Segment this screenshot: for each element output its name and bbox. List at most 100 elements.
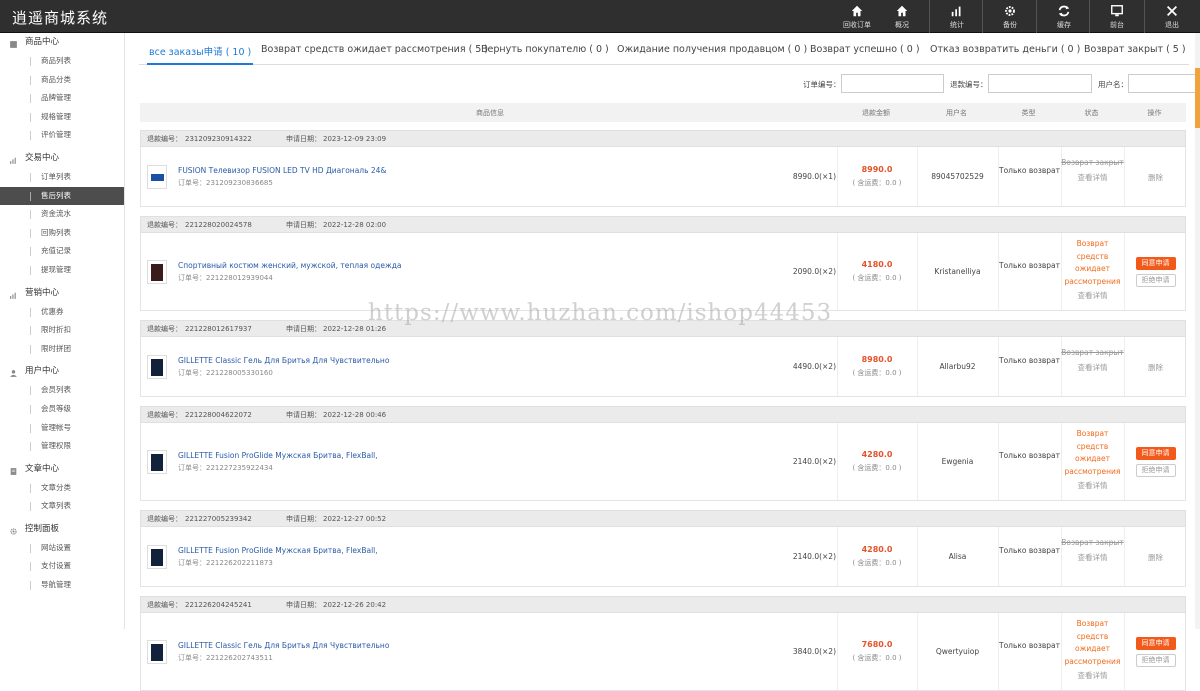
sidebar-item[interactable]: 网站设置 xyxy=(0,539,124,558)
agree-button[interactable]: 同意申请 xyxy=(1135,257,1176,270)
sidebar-item[interactable]: 会员等级 xyxy=(0,400,124,419)
order-no-label: 订单号： xyxy=(178,369,206,377)
agree-button[interactable]: 同意申请 xyxy=(1135,637,1176,650)
product-name-link[interactable]: GILLETTE Fusion ProGlide Мужская Бритва,… xyxy=(178,546,378,555)
tab-5[interactable]: Отказ возвратить деньги ( 0 ) xyxy=(930,44,1080,65)
action-cell: 删除 xyxy=(1124,362,1187,373)
sidebar-item[interactable]: 提现管理 xyxy=(0,261,124,280)
topbar-button-5[interactable]: 前台 xyxy=(1090,0,1144,33)
username-label: 用户名： xyxy=(1098,80,1128,89)
reject-button[interactable]: 拒绝申请 xyxy=(1135,464,1176,477)
apply-date-label: 申请日期： xyxy=(286,221,321,229)
sidebar-group-1[interactable]: 交易中心 xyxy=(0,149,124,168)
column-header: 商品信息 xyxy=(476,109,504,117)
tab-3[interactable]: Ожидание получения продавцом ( 0 ) xyxy=(617,44,807,65)
topbar-button-label: 缓存 xyxy=(1057,21,1071,29)
product-name-link[interactable]: Спортивный костюм женский, мужской, тепл… xyxy=(178,261,401,270)
refund-no-label: 退款编号： xyxy=(147,601,182,609)
product-thumbnail[interactable] xyxy=(147,260,167,284)
sidebar-item[interactable]: 限时拼团 xyxy=(0,340,124,359)
view-detail-link[interactable]: 查看详情 xyxy=(1061,670,1124,683)
refund-type: Только возврат xyxy=(998,546,1061,555)
username: Qwertyuiop xyxy=(935,647,980,656)
tab-6[interactable]: Возврат закрыт ( 5 ) xyxy=(1084,44,1186,65)
product-name-link[interactable]: FUSION Телевизор FUSION LED TV HD Диагон… xyxy=(178,166,386,175)
scrollbar-thumb[interactable] xyxy=(1195,68,1200,128)
sidebar-item[interactable]: 资金流水 xyxy=(0,205,124,224)
sidebar-item[interactable]: 文章分类 xyxy=(0,479,124,498)
sidebar-item[interactable]: 充值记录 xyxy=(0,242,124,261)
agree-button[interactable]: 同意申请 xyxy=(1135,447,1176,460)
sidebar-group-5[interactable]: 控制面板 xyxy=(0,520,124,539)
sidebar-item[interactable]: 规格管理 xyxy=(0,108,124,127)
sidebar-item-label: 提现管理 xyxy=(41,264,71,274)
product-image xyxy=(151,549,163,566)
sidebar-item-label: 文章列表 xyxy=(41,501,71,511)
order-no-input[interactable] xyxy=(841,74,944,93)
sidebar-item[interactable]: 回购列表 xyxy=(0,224,124,243)
sidebar-item[interactable]: 限时折扣 xyxy=(0,321,124,340)
product-name-link[interactable]: GILLETTE Classic Гель Для Бритья Для Чув… xyxy=(178,641,389,650)
shipping-included: ( 含运费：0.0 ) xyxy=(852,274,902,282)
sidebar-item[interactable]: 会员列表 xyxy=(0,381,124,400)
sidebar-item[interactable]: 订单列表 xyxy=(0,168,124,187)
sidebar-item[interactable]: 支付设置 xyxy=(0,557,124,576)
filter-bar: 订单编号： 退款编号： 用户名： search xyxy=(651,74,1200,94)
product-thumbnail[interactable] xyxy=(147,165,167,189)
sidebar-item-label: 文章分类 xyxy=(41,482,71,492)
username-input[interactable] xyxy=(1128,74,1200,93)
sidebar-item[interactable]: 管理权限 xyxy=(0,437,124,456)
topbar-button-6[interactable]: 退出 xyxy=(1145,0,1199,33)
order-header: 退款编号： 221228020024578 申请日期： 2022-12-28 02:0… xyxy=(140,216,1186,233)
scrollbar[interactable] xyxy=(1195,33,1200,629)
tab-1[interactable]: Возврат средств ожидает рассмотрения ( 5… xyxy=(261,44,488,65)
sidebar-group-4[interactable]: 文章中心 xyxy=(0,460,124,479)
topbar-button-4[interactable]: 缓存 xyxy=(1037,0,1091,33)
refund-no-value: 221228004622072 xyxy=(185,411,252,419)
sidebar-item[interactable]: 商品分类 xyxy=(0,71,124,90)
sidebar-item[interactable]: 商品列表 xyxy=(0,52,124,71)
topbar-button-1[interactable]: 概况 xyxy=(875,0,929,33)
delete-button[interactable]: 删除 xyxy=(1148,173,1163,182)
tab-2[interactable]: Вернуть покупателю ( 0 ) xyxy=(481,44,609,65)
sidebar-item-label: 管理帐号 xyxy=(41,422,71,432)
sidebar-item[interactable]: 管理帐号 xyxy=(0,419,124,438)
view-detail-link[interactable]: 查看详情 xyxy=(1061,290,1124,303)
product-thumbnail[interactable] xyxy=(147,355,167,379)
tab-4[interactable]: Возврат успешно ( 0 ) xyxy=(810,44,920,65)
gear-icon xyxy=(983,4,1037,18)
topbar-button-2[interactable]: 统计 xyxy=(930,0,984,33)
apply-date-value: 2022-12-28 00:46 xyxy=(323,411,387,419)
topbar-button-3[interactable]: 备份 xyxy=(983,0,1037,33)
order-no-value: 221227235922434 xyxy=(206,464,273,472)
refund-no-input[interactable] xyxy=(988,74,1092,93)
product-thumbnail[interactable] xyxy=(147,450,167,474)
product-image xyxy=(151,174,164,181)
product-thumbnail[interactable] xyxy=(147,640,167,664)
view-detail-link[interactable]: 查看详情 xyxy=(1061,172,1124,185)
sidebar-item[interactable]: 售后列表 xyxy=(0,186,124,206)
delete-button[interactable]: 删除 xyxy=(1148,553,1163,562)
sidebar-item[interactable]: 文章列表 xyxy=(0,497,124,516)
product-thumbnail[interactable] xyxy=(147,545,167,569)
sidebar-group-0[interactable]: 商品中心 xyxy=(0,33,124,52)
column-divider xyxy=(837,233,838,310)
sidebar-group-2[interactable]: 营销中心 xyxy=(0,284,124,303)
product-name-link[interactable]: GILLETTE Fusion ProGlide Мужская Бритва,… xyxy=(178,451,378,460)
delete-button[interactable]: 删除 xyxy=(1148,363,1163,372)
view-detail-link[interactable]: 查看详情 xyxy=(1061,552,1124,565)
sidebar-group-3[interactable]: 用户中心 xyxy=(0,362,124,381)
product-name-link[interactable]: GILLETTE Classic Гель Для Бритья Для Чув… xyxy=(178,356,389,365)
sidebar-item[interactable]: 评价管理 xyxy=(0,126,124,145)
username: Kristanelliya xyxy=(934,267,981,276)
sidebar-item[interactable]: 品牌管理 xyxy=(0,89,124,108)
sidebar-item-label: 回购列表 xyxy=(41,227,71,237)
view-detail-link[interactable]: 查看详情 xyxy=(1061,480,1124,493)
shipping-included: ( 含运费：0.0 ) xyxy=(852,464,902,472)
view-detail-link[interactable]: 查看详情 xyxy=(1061,362,1124,375)
sidebar-item[interactable]: 优惠券 xyxy=(0,303,124,322)
reject-button[interactable]: 拒绝申请 xyxy=(1135,654,1176,667)
reject-button[interactable]: 拒绝申请 xyxy=(1135,274,1176,287)
tab-0[interactable]: все заказы申请 ( 10 ) xyxy=(147,44,254,65)
sidebar-item[interactable]: 导航管理 xyxy=(0,576,124,595)
